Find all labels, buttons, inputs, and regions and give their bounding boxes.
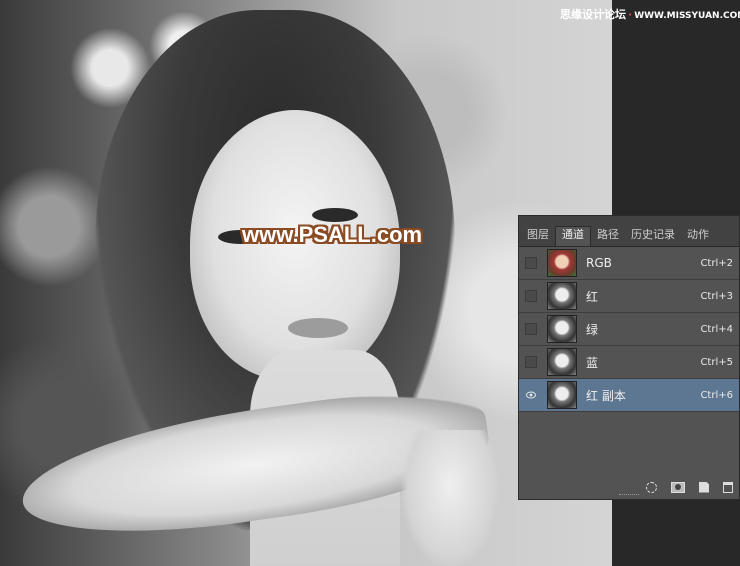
channel-thumbnail — [547, 348, 577, 376]
channels-panel: 图层 通道 路径 历史记录 动作 RGB Ctrl+2 红 Ctrl+3 绿 C… — [518, 215, 740, 500]
channel-thumbnail — [547, 249, 577, 277]
channel-thumbnail — [547, 282, 577, 310]
visibility-toggle[interactable] — [525, 257, 537, 269]
channel-name: 绿 — [586, 322, 599, 337]
visibility-toggle[interactable] — [525, 356, 537, 368]
tab-paths[interactable]: 路径 — [591, 227, 625, 246]
channel-shortcut: Ctrl+6 — [700, 389, 733, 401]
tab-channels[interactable]: 通道 — [555, 226, 591, 246]
new-channel-icon[interactable] — [699, 481, 709, 493]
channel-name: 红 — [586, 289, 599, 304]
site-url: WWW.MISSYUAN.COM — [634, 11, 740, 21]
save-selection-as-channel-icon[interactable] — [671, 481, 685, 493]
tab-layers[interactable]: 图层 — [521, 227, 555, 246]
tab-actions[interactable]: 动作 — [681, 227, 715, 246]
channel-shortcut: Ctrl+2 — [700, 257, 733, 269]
resize-grip[interactable] — [619, 494, 639, 497]
photo-hand — [400, 430, 500, 566]
channel-name: 红 副本 — [586, 388, 626, 403]
channel-row-green[interactable]: 绿 Ctrl+4 — [519, 313, 739, 346]
site-header: 思缘设计论坛 · WWW.MISSYUAN.COM — [560, 6, 740, 22]
channel-row-red[interactable]: 红 Ctrl+3 — [519, 280, 739, 313]
channel-row-blue[interactable]: 蓝 Ctrl+5 — [519, 346, 739, 379]
channel-row-rgb[interactable]: RGB Ctrl+2 — [519, 247, 739, 280]
channel-thumbnail — [547, 381, 577, 409]
visibility-toggle[interactable] — [525, 290, 537, 302]
channel-thumbnail — [547, 315, 577, 343]
photo-eye-right — [312, 208, 358, 222]
panel-tabs: 图层 通道 路径 历史记录 动作 — [519, 216, 739, 247]
delete-channel-icon[interactable] — [723, 481, 733, 493]
eye-icon[interactable] — [525, 389, 537, 401]
channel-name: RGB — [586, 256, 612, 270]
photo-lips — [288, 318, 348, 338]
watermark: www.PSALL.com — [242, 222, 423, 247]
panel-footer — [519, 475, 739, 499]
load-channel-as-selection-icon[interactable] — [646, 481, 657, 493]
channel-name: 蓝 — [586, 355, 599, 370]
visibility-toggle[interactable] — [525, 323, 537, 335]
channel-row-red-copy[interactable]: 红 副本 Ctrl+6 — [519, 379, 739, 412]
channel-shortcut: Ctrl+5 — [700, 356, 733, 368]
site-name: 思缘设计论坛 — [560, 8, 626, 21]
tab-history[interactable]: 历史记录 — [625, 227, 681, 246]
channel-shortcut: Ctrl+4 — [700, 323, 733, 335]
separator: · — [628, 8, 633, 21]
channel-shortcut: Ctrl+3 — [700, 290, 733, 302]
